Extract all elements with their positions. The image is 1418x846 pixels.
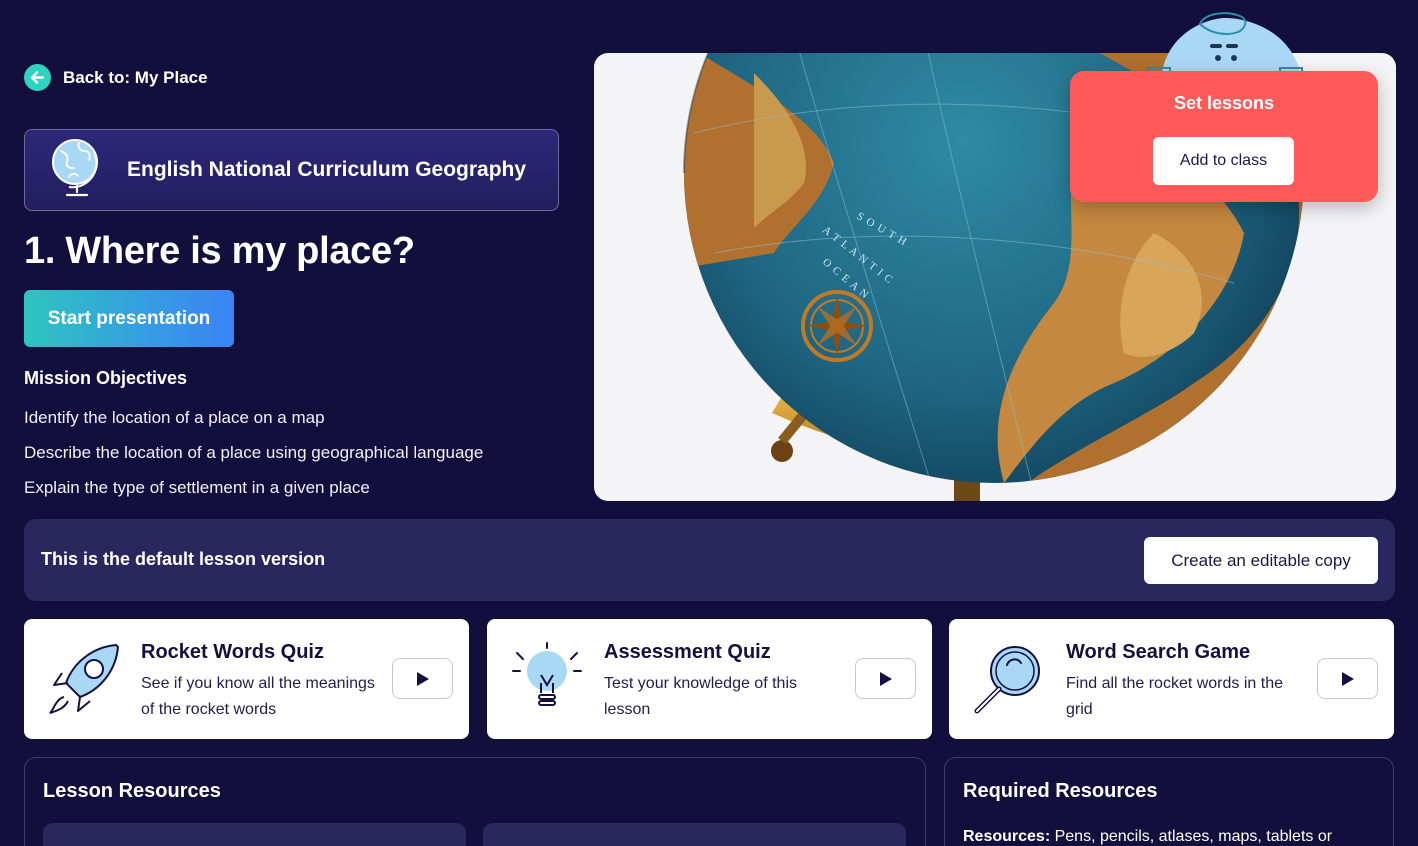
activity-card-assessment-quiz[interactable]: Assessment Quiz Test your knowledge of t… [487, 619, 932, 739]
play-icon [879, 671, 892, 686]
lightbulb-icon [507, 639, 587, 719]
globe-icon [49, 137, 105, 204]
lesson-resources-heading: Lesson Resources [43, 780, 221, 802]
back-link-label: Back to: My Place [63, 67, 208, 87]
set-lessons-title: Set lessons [1173, 93, 1275, 113]
required-resources-list: Pens, pencils, atlases, maps, tablets or [1050, 828, 1333, 845]
objective-item: Identify the location of a place on a ma… [24, 408, 325, 427]
play-icon [416, 671, 429, 686]
activity-card-rocket-words-quiz[interactable]: Rocket Words Quiz See if you know all th… [24, 619, 469, 739]
curriculum-title: English National Curriculum Geography [127, 158, 527, 181]
objective-item: Describe the location of a place using g… [24, 443, 484, 462]
activity-card-word-search-game[interactable]: Word Search Game Find all the rocket wor… [949, 619, 1394, 739]
activity-title: Assessment Quiz [604, 641, 771, 663]
add-to-class-button[interactable]: Add to class [1153, 137, 1294, 185]
start-presentation-button[interactable]: Start presentation [24, 290, 234, 347]
required-resources-heading: Required Resources [963, 780, 1158, 802]
activity-description: See if you know all the meanings of the … [141, 675, 375, 718]
resource-tile[interactable] [483, 823, 906, 846]
set-lessons-card: Set lessons Add to class [1070, 71, 1378, 202]
activity-description: Find all the rocket words in the grid [1066, 675, 1283, 718]
play-button[interactable] [392, 658, 453, 699]
create-editable-copy-button[interactable]: Create an editable copy [1144, 537, 1378, 584]
resource-tile[interactable] [43, 823, 466, 846]
required-resources-panel: Required Resources Resources: Pens, penc… [944, 757, 1394, 846]
objective-item: Explain the type of settlement in a give… [24, 478, 370, 497]
rocket-icon [44, 639, 124, 719]
play-button[interactable] [1317, 658, 1378, 699]
magnifier-icon [969, 639, 1049, 719]
play-button[interactable] [855, 658, 916, 699]
lesson-page: Back to: My Place English National Curri… [0, 0, 1418, 846]
required-resources-label: Resources: [963, 828, 1051, 845]
required-resources-text: Resources: Pens, pencils, atlases, maps,… [963, 828, 1332, 846]
lesson-version-text: This is the default lesson version [41, 549, 326, 569]
objectives-list: Identify the location of a place on a ma… [24, 407, 483, 512]
activity-title: Rocket Words Quiz [141, 641, 324, 663]
lesson-version-bar: This is the default lesson version Creat… [24, 519, 1395, 601]
play-icon [1341, 671, 1354, 686]
page-title: 1. Where is my place? [24, 230, 415, 272]
objectives-heading: Mission Objectives [24, 368, 188, 388]
lesson-resources-panel: Lesson Resources [24, 757, 926, 846]
back-link[interactable]: Back to: My Place [24, 64, 208, 91]
activity-description: Test your knowledge of this lesson [604, 675, 797, 718]
activity-title: Word Search Game [1066, 641, 1251, 663]
curriculum-banner: English National Curriculum Geography [24, 129, 559, 211]
arrow-left-icon [24, 64, 51, 91]
